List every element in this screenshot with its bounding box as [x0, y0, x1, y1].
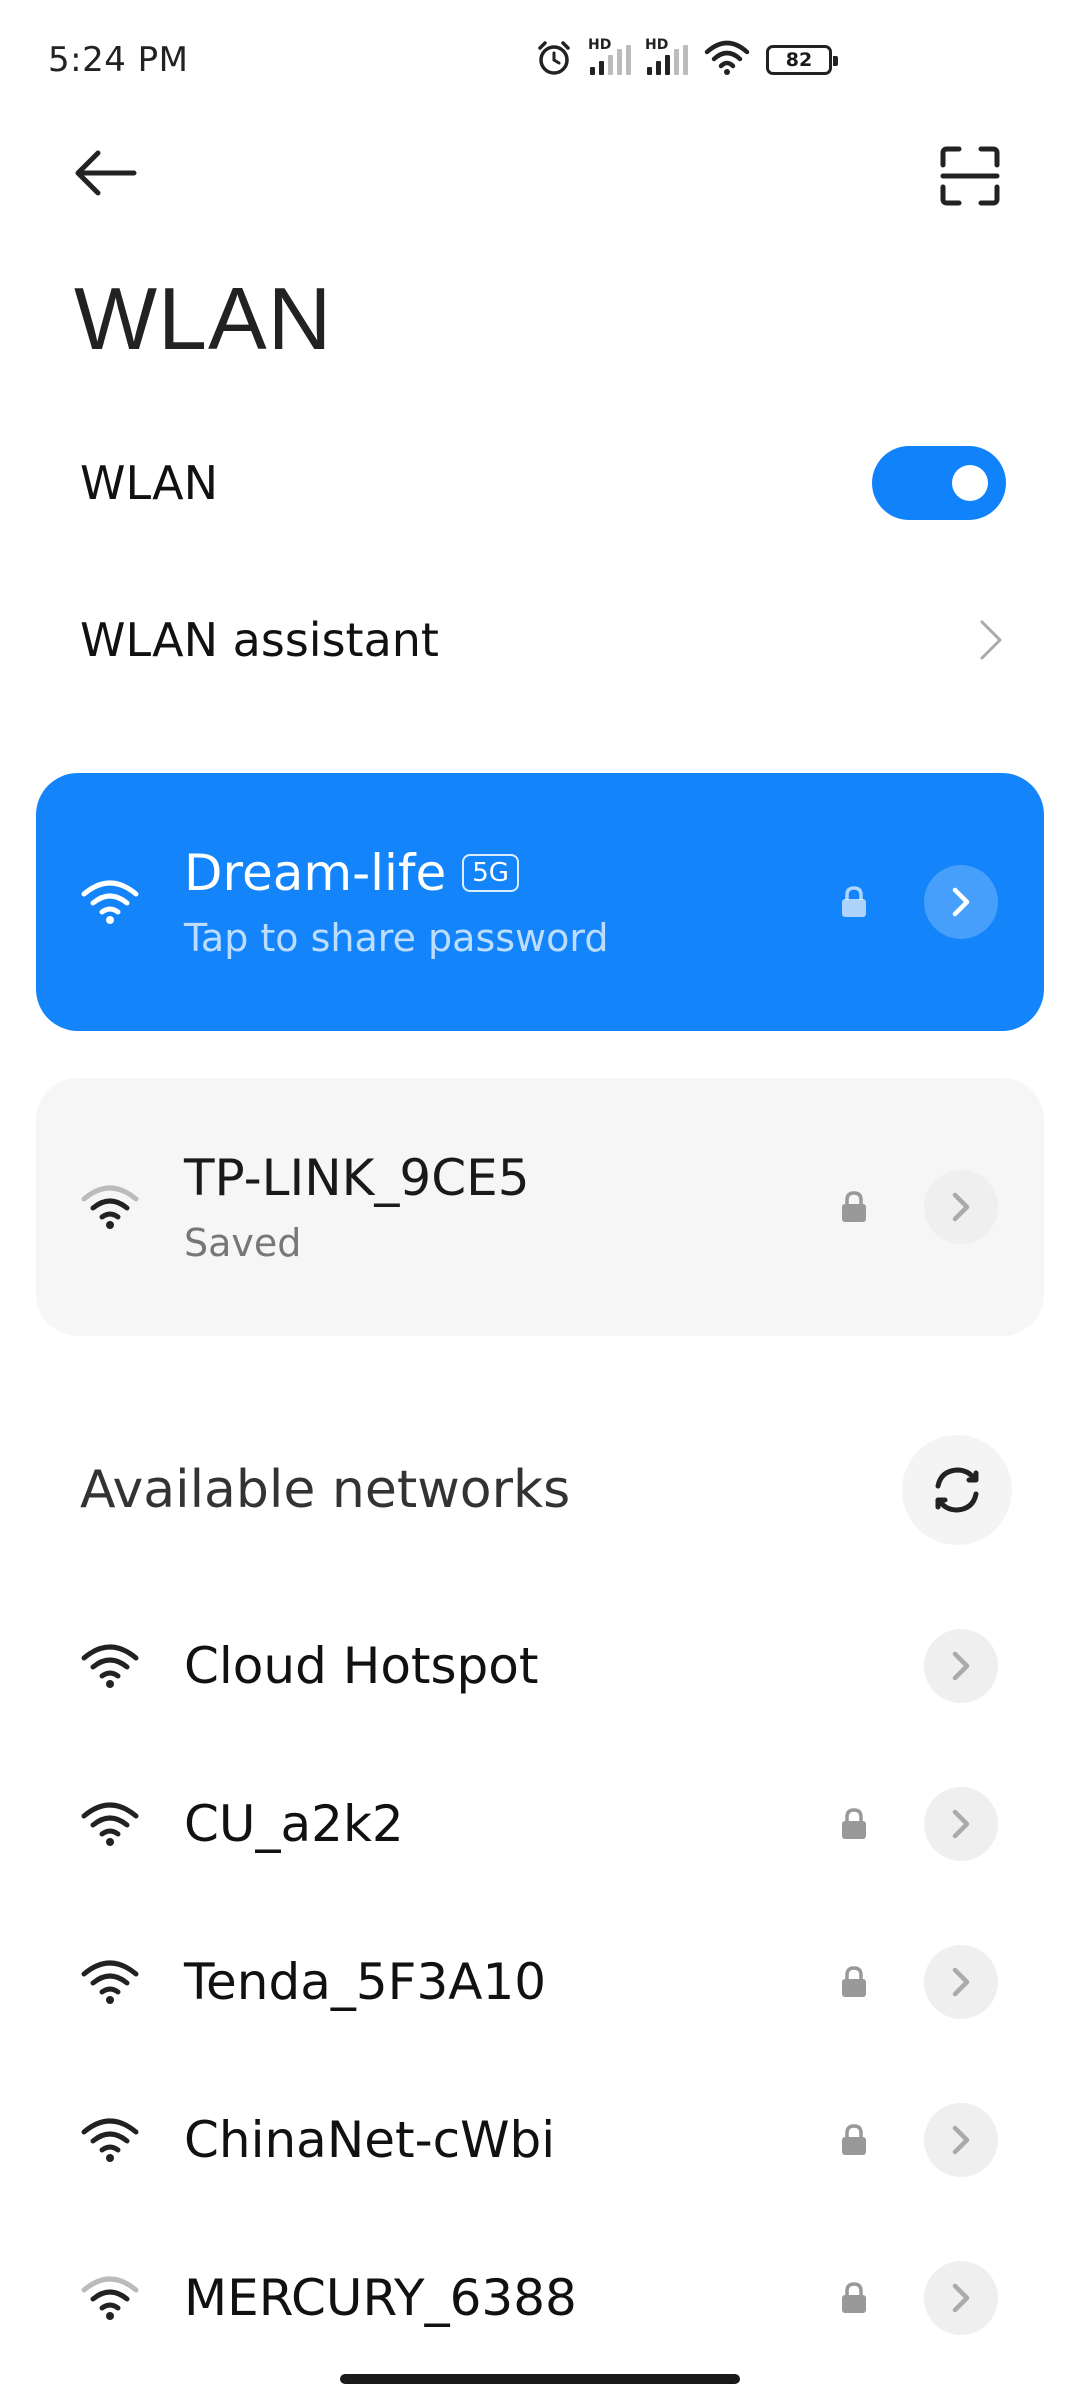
scan-icon	[940, 146, 1000, 206]
network-details-button[interactable]	[924, 2103, 998, 2177]
battery-level: 82	[785, 49, 813, 71]
connected-network-name-row: Dream-life 5G	[184, 844, 824, 902]
battery-icon: 82	[766, 45, 838, 75]
network-row-mercury-6388[interactable]: MERCURY_6388	[0, 2219, 1080, 2377]
signal-hd-label: HD	[588, 37, 612, 53]
signal-icon: HD	[588, 37, 631, 75]
network-details-button[interactable]	[924, 1629, 998, 1703]
wifi-icon	[80, 1958, 184, 2006]
connected-network-info: Dream-life 5G Tap to share password	[184, 844, 824, 960]
wifi-icon	[80, 878, 184, 926]
lock-icon	[824, 1190, 884, 1224]
chevron-right-icon	[952, 1651, 970, 1681]
status-bar: 5:24 PM HD HD 82	[0, 0, 1080, 120]
wlan-toggle[interactable]	[872, 446, 1006, 520]
saved-network-subtitle: Saved	[184, 1221, 302, 1265]
network-row-tenda-5f3a10[interactable]: Tenda_5F3A10	[0, 1903, 1080, 2061]
wlan-toggle-row[interactable]: WLAN	[0, 413, 1080, 553]
band-badge: 5G	[462, 854, 519, 892]
saved-network-name: TP-LINK_9CE5	[184, 1149, 530, 1207]
refresh-button[interactable]	[902, 1435, 1012, 1545]
wifi-icon	[80, 2116, 184, 2164]
network-row-chinanet-cwbi[interactable]: ChinaNet-cWbi	[0, 2061, 1080, 2219]
page-title: WLAN	[74, 269, 333, 368]
network-name: MERCURY_6388	[184, 2269, 577, 2327]
scan-button[interactable]	[932, 138, 1008, 214]
chevron-right-icon	[952, 1192, 970, 1222]
chevron-right-icon	[952, 1967, 970, 1997]
network-name: ChinaNet-cWbi	[184, 2111, 556, 2169]
network-name: Tenda_5F3A10	[184, 1953, 547, 2011]
lock-icon	[824, 1807, 884, 1841]
signal-hd-label: HD	[645, 37, 669, 53]
connected-network-card[interactable]: Dream-life 5G Tap to share password	[36, 773, 1044, 1031]
network-details-button[interactable]	[924, 1787, 998, 1861]
toggle-knob	[952, 465, 988, 501]
alarm-icon	[534, 38, 574, 82]
wlan-settings-screen: 5:24 PM HD HD 82 WLAN WLAN WLAN assistan…	[0, 0, 1080, 2400]
chevron-right-icon	[952, 2125, 970, 2155]
network-row-cloud-hotspot[interactable]: Cloud Hotspot	[0, 1587, 1080, 1745]
network-name: Cloud Hotspot	[184, 1637, 539, 1695]
wifi-icon	[80, 1642, 184, 1690]
chevron-right-icon	[952, 1809, 970, 1839]
status-time: 5:24 PM	[48, 40, 189, 80]
connected-network-details-button[interactable]	[924, 865, 998, 939]
connected-network-subtitle: Tap to share password	[184, 916, 609, 960]
lock-icon	[824, 2281, 884, 2315]
saved-network-card[interactable]: TP-LINK_9CE5 Saved	[36, 1078, 1044, 1336]
wifi-icon	[704, 40, 750, 80]
chevron-right-icon	[952, 2283, 970, 2313]
available-networks-header: Available networks	[0, 1410, 1080, 1570]
home-indicator[interactable]	[340, 2374, 740, 2384]
network-name: CU_a2k2	[184, 1795, 404, 1853]
network-details-button[interactable]	[924, 2261, 998, 2335]
wifi-icon	[80, 1800, 184, 1848]
refresh-icon	[935, 1467, 979, 1513]
arrow-left-icon	[75, 150, 137, 196]
saved-network-details-button[interactable]	[924, 1170, 998, 1244]
chevron-right-icon	[980, 620, 1002, 660]
back-button[interactable]	[70, 138, 160, 208]
status-icons: HD HD 82	[534, 37, 838, 82]
lock-icon	[824, 2123, 884, 2157]
wifi-icon	[80, 2274, 184, 2322]
network-details-button[interactable]	[924, 1945, 998, 2019]
network-row-cu-a2k2[interactable]: CU_a2k2	[0, 1745, 1080, 1903]
signal-icon: HD	[645, 37, 688, 75]
wifi-icon	[80, 1183, 184, 1231]
wlan-assistant-row[interactable]: WLAN assistant	[0, 570, 1080, 710]
wlan-assistant-label: WLAN assistant	[80, 613, 439, 667]
chevron-right-icon	[952, 887, 970, 917]
lock-icon	[824, 1965, 884, 1999]
lock-icon	[824, 885, 884, 919]
wlan-toggle-label: WLAN	[80, 456, 219, 510]
saved-network-info: TP-LINK_9CE5 Saved	[184, 1149, 824, 1265]
connected-network-name: Dream-life	[184, 844, 447, 902]
available-networks-title: Available networks	[80, 1460, 571, 1520]
